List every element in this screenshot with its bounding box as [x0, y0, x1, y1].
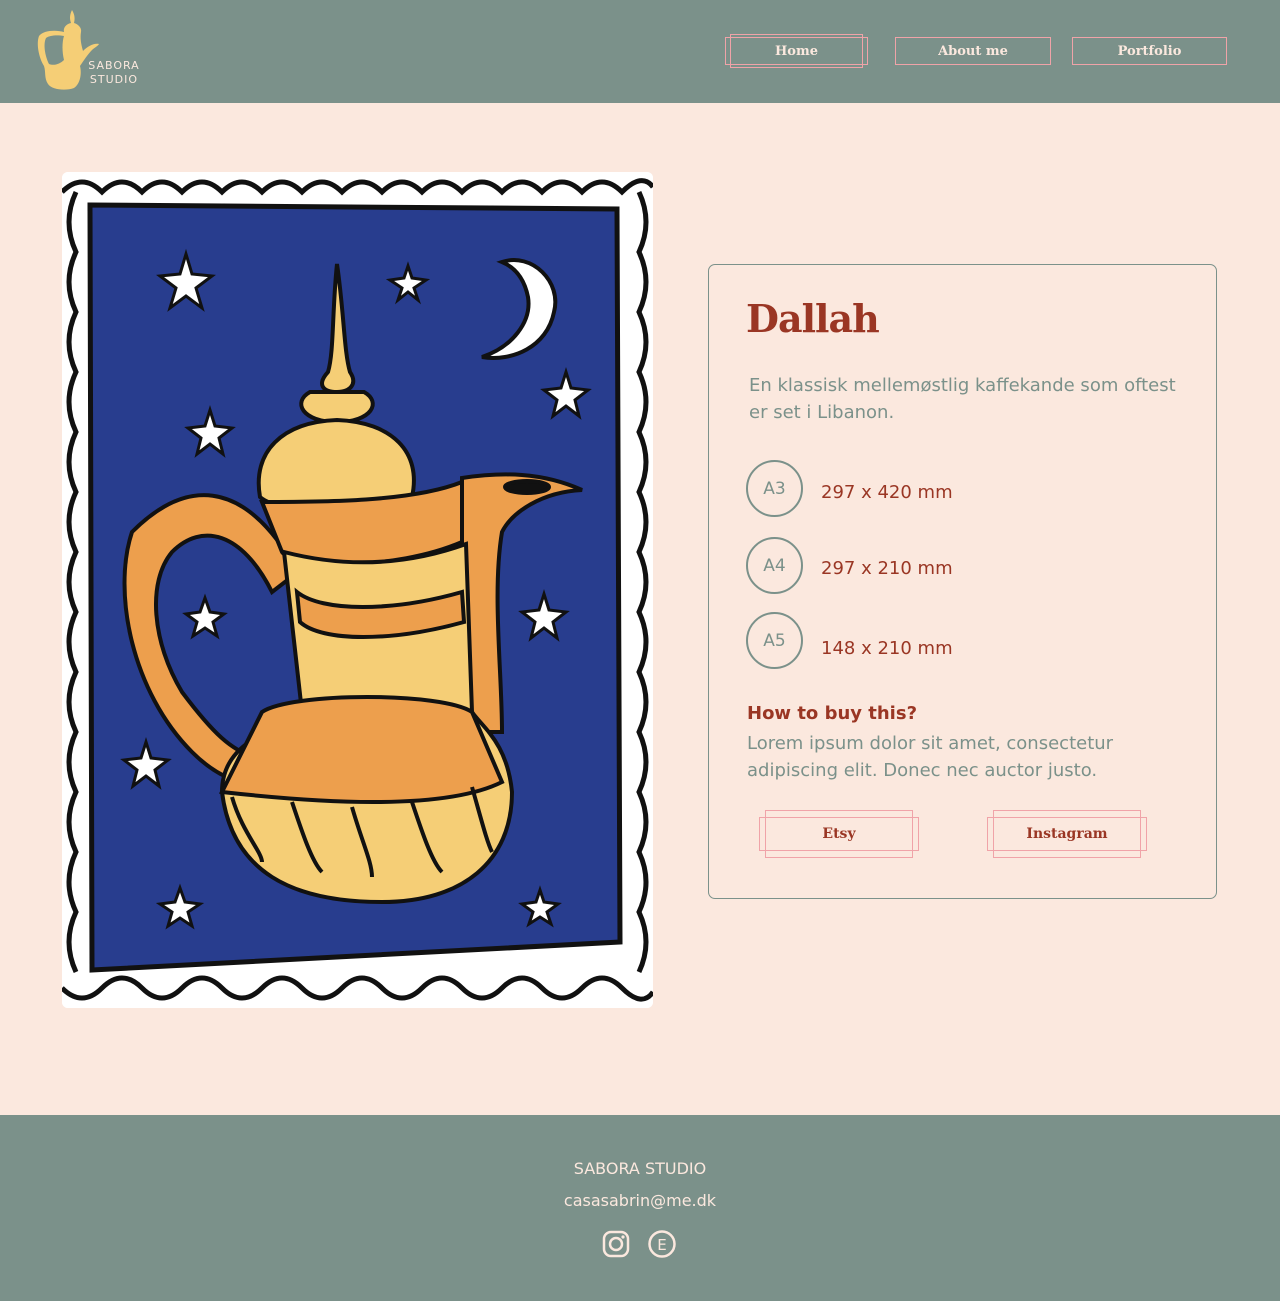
how-to-buy-text: Lorem ipsum dolor sit amet, consectetur …	[747, 733, 1114, 781]
how-to-buy-heading: How to buy this?	[747, 703, 918, 724]
nav-home-button[interactable]: Home	[725, 34, 868, 68]
size-label-a3: A3	[763, 478, 786, 499]
brand-name: SABORA STUDIO	[88, 59, 140, 87]
svg-text:E: E	[657, 1236, 666, 1254]
size-option-a4[interactable]: A4	[746, 537, 803, 594]
size-option-a5[interactable]: A5	[746, 612, 803, 669]
nav-about-label: About me	[938, 43, 1008, 59]
etsy-button[interactable]: Etsy	[759, 810, 919, 858]
size-option-a3[interactable]: A3	[746, 460, 803, 517]
size-dims-a5: 148 x 210 mm	[821, 638, 953, 659]
nav-portfolio-label: Portfolio	[1117, 43, 1182, 59]
site-footer: SABORA STUDIO casasabrin@me.dk E	[0, 1115, 1280, 1301]
size-label-a5: A5	[763, 630, 786, 651]
size-label-a4: A4	[763, 555, 786, 576]
etsy-icon[interactable]: E	[647, 1229, 677, 1259]
product-description: En klassisk mellemøstlig kaffekande som …	[749, 375, 1176, 423]
product-title: Dallah	[746, 296, 880, 341]
product-poster-image	[62, 172, 653, 1008]
brand-line-1: SABORA	[88, 59, 140, 72]
brand-line-2: STUDIO	[89, 73, 139, 86]
nav-home-label: Home	[775, 43, 818, 59]
size-dims-a4: 297 x 210 mm	[821, 558, 953, 579]
etsy-button-label: Etsy	[822, 826, 856, 842]
instagram-button-label: Instagram	[1026, 826, 1108, 842]
nav-portfolio-button[interactable]: Portfolio	[1072, 37, 1227, 65]
nav-about-button[interactable]: About me	[895, 37, 1051, 65]
size-dims-a3: 297 x 420 mm	[821, 482, 953, 503]
instagram-button[interactable]: Instagram	[987, 810, 1147, 858]
footer-email-link[interactable]: casasabrin@me.dk	[0, 1191, 1280, 1210]
instagram-icon[interactable]	[601, 1229, 631, 1259]
site-header: SABORA STUDIO Home About me Portfolio	[0, 0, 1280, 103]
footer-brand-name: SABORA STUDIO	[573, 1159, 707, 1178]
